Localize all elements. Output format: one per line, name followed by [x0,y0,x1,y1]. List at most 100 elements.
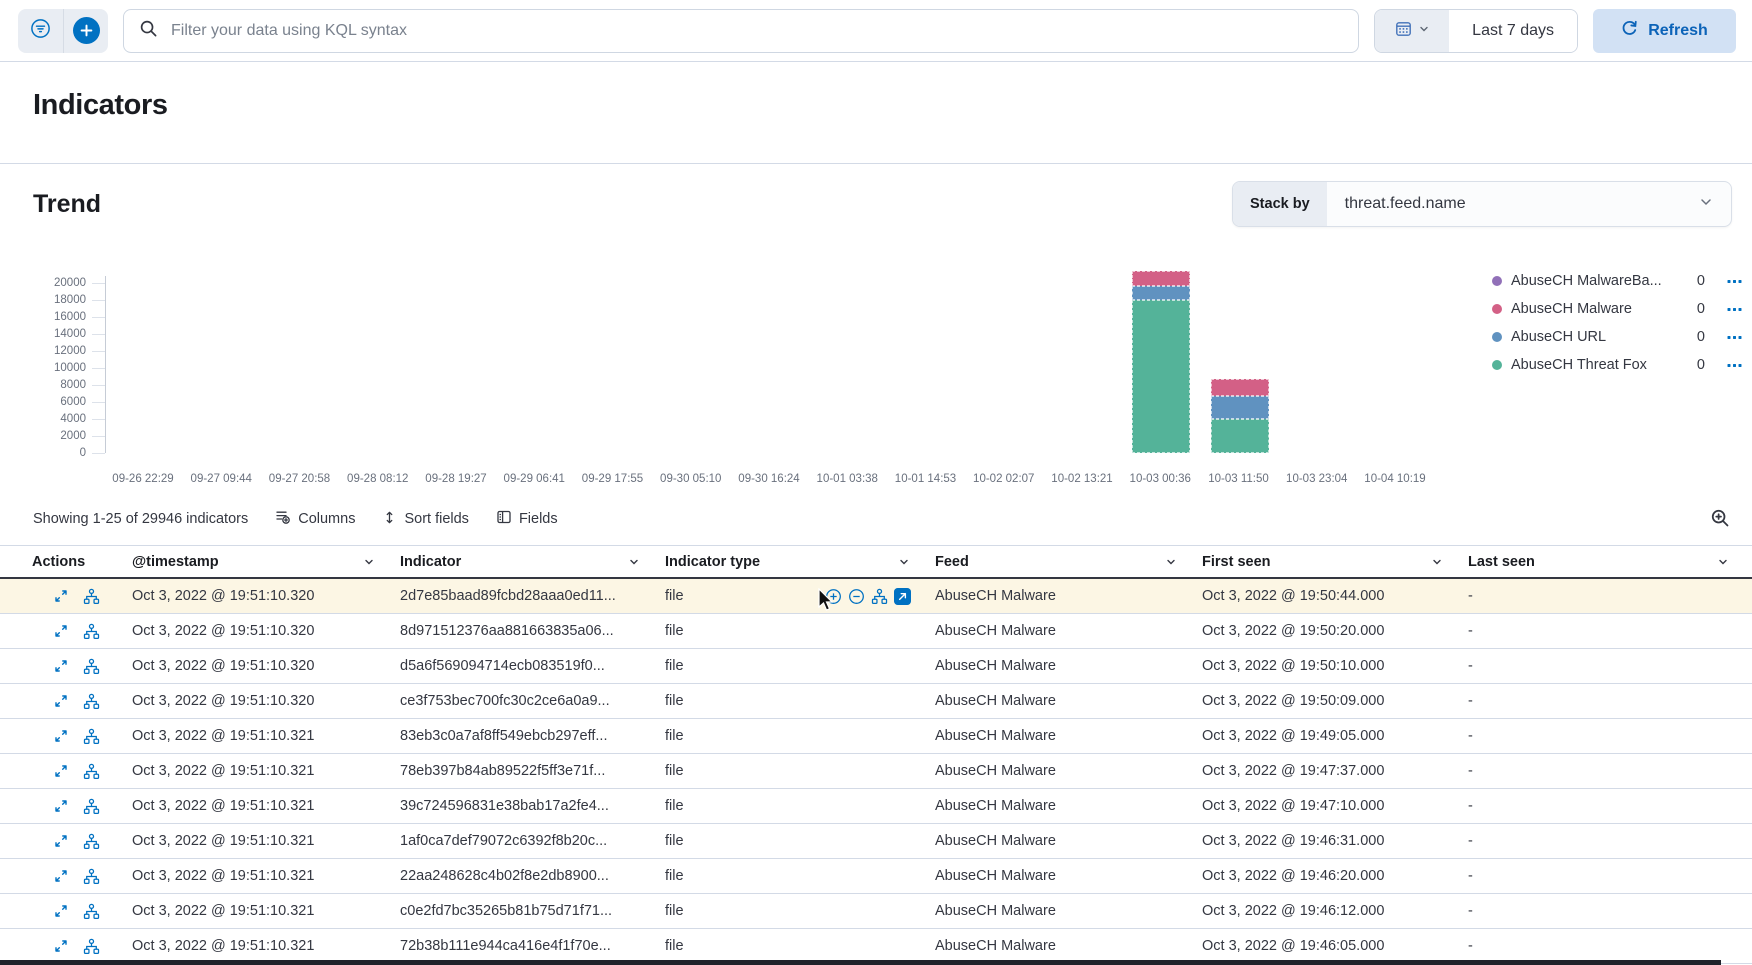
filter-out-button[interactable] [848,588,865,605]
relationships-icon[interactable] [83,798,100,815]
table-row[interactable]: Oct 3, 2022 @ 19:51:10.3211af0ca7def7907… [0,824,1752,859]
row-actions-cell [20,728,120,745]
columns-icon [275,509,291,529]
bottom-scrollbar[interactable] [0,960,1721,965]
column-header-last-seen[interactable]: Last seen [1456,554,1742,570]
last-seen-cell: - [1456,588,1742,604]
bar-segment-abusech-url[interactable] [1211,396,1269,419]
open-details-button[interactable] [53,938,69,954]
bar-segment-abusech-url[interactable] [1132,286,1190,300]
chevron-down-icon[interactable] [1430,555,1444,569]
table-row[interactable]: Oct 3, 2022 @ 19:51:10.32122aa248628c4b0… [0,859,1752,894]
open-details-button[interactable] [53,798,69,814]
timestamp-cell: Oct 3, 2022 @ 19:51:10.321 [120,938,388,954]
bar-segment-abusech-threat-fox[interactable] [1132,300,1190,453]
columns-button[interactable]: Columns [275,509,355,529]
table-row[interactable]: Oct 3, 2022 @ 19:51:10.320ce3f753bec700f… [0,684,1752,719]
x-tick-label: 09-27 09:44 [176,473,266,485]
indicators-table: Actions@timestampIndicator Indicator type… [0,545,1752,964]
y-tick-label: 4000 [60,412,86,426]
table-row[interactable]: Oct 3, 2022 @ 19:51:10.32178eb397b84ab89… [0,754,1752,789]
first-seen-cell: Oct 3, 2022 @ 19:47:10.000 [1190,798,1456,814]
relationships-icon[interactable] [83,833,100,850]
column-header-timestamp[interactable]: @timestamp [120,554,388,570]
chevron-down-icon[interactable] [1164,555,1178,569]
relationships-icon[interactable] [83,938,100,955]
relationships-icon[interactable] [83,903,100,920]
bar-segment-abusech-malware[interactable] [1132,271,1190,285]
table-row[interactable]: Oct 3, 2022 @ 19:51:10.32139c724596831e3… [0,789,1752,824]
column-header-feed[interactable]: Feed [923,554,1190,570]
column-header-indicator-type[interactable]: Indicator type [653,554,923,570]
table-row[interactable]: Oct 3, 2022 @ 19:51:10.3208d971512376aa8… [0,614,1752,649]
chevron-down-icon[interactable] [1716,555,1730,569]
last-seen-cell: - [1456,728,1742,744]
indicator-type-cell: file [653,903,923,919]
open-details-button[interactable] [53,623,69,639]
legend-actions-button[interactable] [1727,278,1742,285]
inspect-button[interactable] [1708,508,1732,531]
fields-label: Fields [519,511,558,527]
column-header-actions[interactable]: Actions [20,554,120,570]
bar-segment-abusech-malware[interactable] [1211,379,1269,396]
legend-actions-button[interactable] [1727,306,1742,313]
page-title: Indicators [33,87,1752,123]
relationships-icon[interactable] [83,728,100,745]
indicator-cell: 39c724596831e38bab17a2fe4... [388,798,653,814]
open-details-button[interactable] [53,763,69,779]
open-details-button[interactable] [53,658,69,674]
column-header-label: Indicator type [665,554,760,570]
chevron-down-icon[interactable] [362,555,376,569]
x-tick-label: 09-28 08:12 [333,473,423,485]
indicator-type-value: file [665,798,684,814]
relationships-icon[interactable] [83,763,100,780]
add-filter-button[interactable] [63,9,108,53]
indicator-type-cell: file [653,728,923,744]
y-tick-mark [92,300,105,301]
last-seen-cell: - [1456,833,1742,849]
legend-actions-button[interactable] [1727,334,1742,341]
table-row[interactable]: Oct 3, 2022 @ 19:51:10.32172b38b111e944c… [0,929,1752,964]
chart-plot [105,276,1435,453]
column-header-first-seen[interactable]: First seen [1190,554,1456,570]
open-details-button[interactable] [53,903,69,919]
kql-search-input[interactable] [169,21,1350,41]
sort-fields-button[interactable]: Sort fields [382,510,468,529]
bar-segment-abusech-threat-fox[interactable] [1211,419,1269,453]
table-row[interactable]: Oct 3, 2022 @ 19:51:10.32183eb3c0a7af8ff… [0,719,1752,754]
relationships-icon[interactable] [83,623,100,640]
open-details-button[interactable] [53,833,69,849]
date-range-value[interactable]: Last 7 days [1449,10,1577,52]
filter-menu-button[interactable] [18,9,63,53]
last-seen-cell: - [1456,798,1742,814]
legend-actions-button[interactable] [1727,362,1742,369]
column-header-indicator[interactable]: Indicator [388,554,653,570]
relationships-icon[interactable] [871,588,888,605]
relationships-icon[interactable] [83,588,100,605]
feed-cell: AbuseCH Malware [923,658,1190,674]
open-flyout-button[interactable] [894,588,911,605]
open-details-button[interactable] [53,728,69,744]
relationships-icon[interactable] [83,658,100,675]
open-details-button[interactable] [53,588,69,604]
refresh-button[interactable]: Refresh [1593,9,1736,53]
timestamp-cell: Oct 3, 2022 @ 19:51:10.321 [120,798,388,814]
y-tick-label: 8000 [60,378,86,392]
filter-in-button[interactable] [825,588,842,605]
relationships-icon[interactable] [83,693,100,710]
table-row[interactable]: Oct 3, 2022 @ 19:51:10.3202d7e85baad89fc… [0,579,1752,614]
timestamp-cell: Oct 3, 2022 @ 19:51:10.321 [120,868,388,884]
table-row[interactable]: Oct 3, 2022 @ 19:51:10.321c0e2fd7bc35265… [0,894,1752,929]
kql-search-bar[interactable] [123,9,1359,53]
chevron-down-icon[interactable] [897,555,911,569]
quick-select-date-button[interactable] [1375,10,1449,52]
open-details-button[interactable] [53,693,69,709]
fields-button[interactable]: Fields [496,509,558,529]
column-header-label: Feed [935,554,969,570]
open-details-button[interactable] [53,868,69,884]
stack-by-select[interactable]: threat.feed.name [1327,182,1731,226]
chevron-down-icon[interactable] [627,555,641,569]
indicator-type-cell: file [653,588,923,605]
relationships-icon[interactable] [83,868,100,885]
table-row[interactable]: Oct 3, 2022 @ 19:51:10.320d5a6f569094714… [0,649,1752,684]
